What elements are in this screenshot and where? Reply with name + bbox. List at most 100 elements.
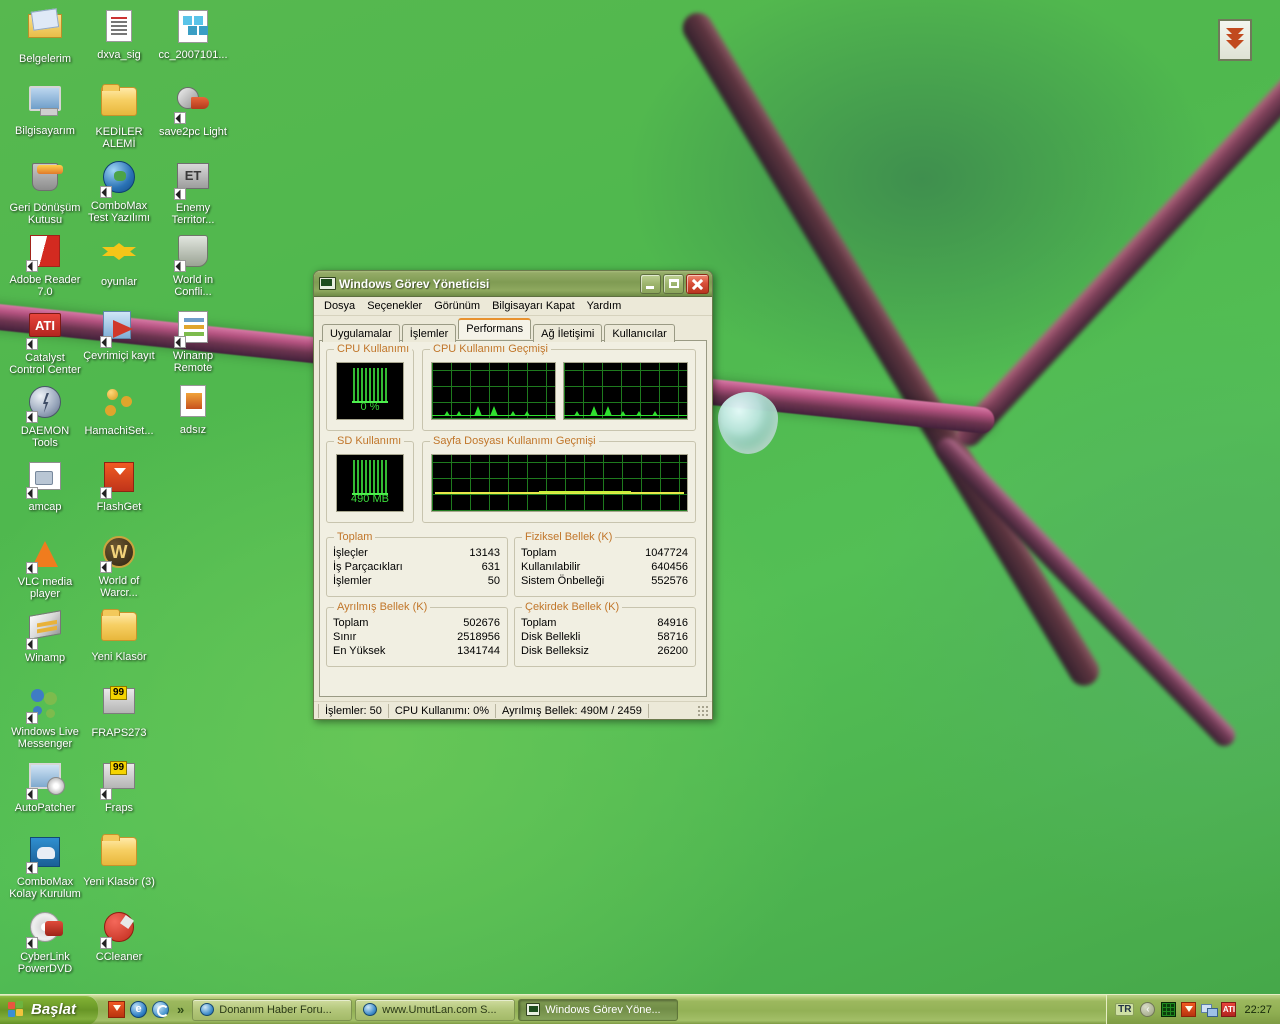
status-bar: İşlemler: 50 CPU Kullanımı: 0% Ayrılmış Be… [314, 701, 712, 719]
desktop-icon[interactable]: Belgelerim [8, 8, 82, 65]
cyberlink-powerdvd-icon [26, 912, 63, 949]
shortcut-arrow-icon [174, 112, 186, 124]
desktop-icon[interactable]: W World of Warcr... [82, 533, 156, 599]
status-bar-cell: Ayrılmış Bellek: 490M / 2459 [496, 703, 649, 718]
tab-uygulamalar[interactable]: Uygulamalar [322, 324, 400, 342]
desktop-icon[interactable]: AutoPatcher [8, 758, 82, 814]
desktop-icon[interactable]: Yeni Klasör [82, 608, 156, 663]
desktop-icon[interactable]: amcap [8, 458, 82, 513]
window-title: Windows Görev Yöneticisi [339, 276, 490, 291]
stat-key: İş Parçacıkları [333, 561, 403, 573]
desktop-icon[interactable]: CyberLink PowerDVD [8, 908, 82, 975]
menu-item[interactable]: Dosya [319, 298, 360, 314]
menu-item[interactable]: Seçenekler [362, 298, 427, 314]
pf-usage-legend: SD Kullanımı [334, 435, 405, 447]
desktop-icon[interactable]: FRAPS273 [82, 683, 156, 739]
tray-expand-icon[interactable]: ‹ [1140, 1002, 1156, 1017]
title-bar[interactable]: Windows Görev Yöneticisi [314, 271, 712, 297]
stat-value: 13143 [469, 547, 500, 559]
task-manager-icon [319, 277, 336, 290]
menu-item[interactable]: Bilgisayarı Kapat [487, 298, 580, 314]
desktop-icon[interactable]: Bilgisayarım [8, 83, 82, 137]
menu-item[interactable]: Yardım [582, 298, 627, 314]
desktop-icon[interactable]: ATI Catalyst Control Center [8, 308, 82, 376]
language-indicator[interactable]: TR [1115, 1003, 1135, 1016]
start-button[interactable]: Başlat [0, 994, 99, 1024]
ccleaner-icon [100, 912, 137, 949]
desktop-icon[interactable]: cc_2007101... [156, 8, 230, 61]
flashget-drop-target[interactable] [1218, 19, 1252, 61]
desktop-icon[interactable]: Yeni Klasör (3) [82, 833, 156, 888]
desktop-icon[interactable]: HamachiSet... [82, 383, 156, 437]
desktop-icon[interactable]: Windows Live Messenger [8, 683, 82, 750]
flashget-tray-icon[interactable] [1181, 1002, 1197, 1017]
window-button-bar[interactable]: Donanım Haber Foru... www.UmutLan.com S..… [188, 998, 1106, 1021]
desktop-icon[interactable]: DAEMON Tools [8, 383, 82, 449]
tab-i-lemler[interactable]: İşlemler [401, 324, 457, 342]
taskbar[interactable]: Başlat e » Donanım Haber Foru... www.Umut… [0, 994, 1280, 1024]
stat-value: 1047724 [645, 547, 688, 559]
quick-launch-bar[interactable]: e [104, 995, 173, 1024]
tab-a-i-leti-imi[interactable]: Ağ İletişimi [533, 324, 603, 342]
minimize-button[interactable] [640, 273, 661, 294]
menu-item[interactable]: Görünüm [429, 298, 485, 314]
my-computer-icon [27, 86, 63, 122]
tab-strip[interactable]: Uygulamalar İşlemler Performans Ağ İletişim… [319, 318, 707, 342]
clock[interactable]: 22:27 [1242, 1004, 1272, 1016]
desktop-icon[interactable]: adsız [156, 383, 230, 436]
taskbar-window-button[interactable]: Windows Görev Yöne... [518, 998, 679, 1021]
status-bar-cell: CPU Kullanımı: 0% [389, 703, 497, 718]
desktop-icon[interactable]: CCleaner [82, 908, 156, 963]
stat-row: Disk Belleksiz 26200 [515, 644, 695, 658]
desktop-icon[interactable]: Adobe Reader 7.0 [8, 233, 82, 298]
system-tray[interactable]: TR ‹ ATI 22:27 [1106, 994, 1280, 1024]
desktop-icon[interactable]: ET Enemy Territor... [156, 158, 230, 226]
desktop-icon[interactable]: save2pc Light [156, 83, 230, 138]
shortcut-arrow-icon [100, 336, 112, 348]
desktop-icon[interactable]: Fraps [82, 758, 156, 814]
desktop-icon[interactable]: Geri Dönüşüm Kutusu [8, 158, 82, 226]
desktop-icon[interactable]: Çevrimiçi kayıt [82, 308, 156, 362]
desktop-icon[interactable]: VLC media player [8, 533, 82, 600]
internet-explorer-icon[interactable]: e [130, 1001, 148, 1018]
desktop-icon[interactable]: Winamp [8, 608, 82, 664]
desktop-icon[interactable]: Winamp Remote [156, 308, 230, 374]
desktop-icon[interactable]: ComboMax Test Yazılımı [82, 158, 156, 224]
shortcut-arrow-icon [100, 788, 112, 800]
resize-grip[interactable] [697, 705, 709, 717]
winamp-remote-icon [174, 311, 211, 348]
desktop-icon[interactable]: ComboMax Kolay Kurulum [8, 833, 82, 900]
vlc-media-player-icon [26, 537, 63, 574]
desktop-icon[interactable]: FlashGet [82, 458, 156, 513]
stat-key: En Yüksek [333, 645, 386, 657]
shortcut-arrow-icon [100, 937, 112, 949]
tab-kullan-c-lar[interactable]: Kullanıcılar [604, 324, 675, 342]
cpu-usage-group: CPU Kullanımı 0 % [326, 343, 414, 431]
network-monitor-icon[interactable] [1161, 1002, 1177, 1017]
network-connection-icon[interactable] [1201, 1002, 1219, 1017]
tab-performans[interactable]: Performans [458, 318, 532, 339]
internet-explorer-refresh-icon[interactable] [152, 1001, 170, 1018]
flashget-icon[interactable] [108, 1001, 126, 1018]
quick-launch-overflow-icon[interactable]: » [173, 1002, 188, 1017]
desktop-icon[interactable]: dxva_sig [82, 8, 156, 61]
taskbar-window-button[interactable]: Donanım Haber Foru... [192, 998, 353, 1021]
desktop[interactable]: Belgelerim dxva_sig cc_2007101... Bilgisaya… [0, 0, 1280, 994]
maximize-button[interactable] [663, 273, 684, 294]
ati-tray-icon[interactable]: ATI [1221, 1002, 1237, 1017]
menu-bar[interactable]: Dosya Seçenekler Görünüm Bilgisayarı Kapat Y… [314, 297, 712, 316]
stat-row: En Yüksek 1341744 [327, 644, 507, 658]
desktop-icon[interactable]: World in Confli... [156, 233, 230, 298]
stat-value: 552576 [651, 575, 688, 587]
totals-group: Toplam İşleçler 13143 İş Parçacıkları 631 İş… [326, 531, 508, 597]
stat-key: Toplam [333, 617, 369, 629]
desktop-icon[interactable]: KEDİLER ALEMİ [82, 83, 156, 150]
stat-value: 26200 [657, 645, 688, 657]
totals-legend: Toplam [334, 531, 376, 543]
taskbar-window-button[interactable]: www.UmutLan.com S... [355, 998, 516, 1021]
start-button-label: Başlat [31, 1001, 77, 1018]
close-button[interactable] [686, 273, 709, 294]
task-manager-window[interactable]: Windows Görev Yöneticisi Dosya Seçenekler… [313, 270, 713, 720]
desktop-icon-label: World in Confli... [172, 274, 214, 298]
desktop-icon[interactable]: oyunlar [82, 233, 156, 288]
